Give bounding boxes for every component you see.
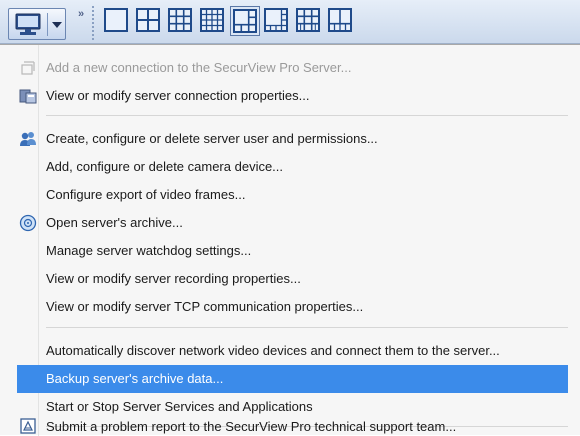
menu-item-label: Add, configure or delete camera device..… xyxy=(46,159,284,174)
menu-item-backup-archive[interactable]: Backup server's archive data... xyxy=(17,365,568,393)
menu-item-label: View or modify server TCP communication … xyxy=(46,299,364,314)
menu-item-label: Automatically discover network video dev… xyxy=(46,343,500,358)
users-icon xyxy=(19,130,37,148)
layout-2plus8-icon xyxy=(328,8,352,32)
menu-item-label: Backup server's archive data... xyxy=(46,371,224,386)
menu-item-label: Configure export of video frames... xyxy=(46,187,246,202)
toolbar-overflow-chevron[interactable]: » xyxy=(78,8,84,20)
layout-1plus7-icon xyxy=(264,8,288,32)
menu-item-recording-properties[interactable]: View or modify server recording properti… xyxy=(17,265,568,293)
menu-item-add-connection[interactable]: Add a new connection to the SecurView Pr… xyxy=(17,54,568,82)
menu-item-label: Open server's archive... xyxy=(46,215,183,230)
server-menu-button[interactable] xyxy=(8,8,66,40)
layout-1x1-icon xyxy=(104,8,128,32)
menu-item-label: View or modify server recording properti… xyxy=(46,271,301,286)
menu-item-user-permissions[interactable]: Create, configure or delete server user … xyxy=(17,125,568,153)
archive-icon xyxy=(19,214,37,232)
server-monitor-icon xyxy=(15,13,41,35)
menu-item-problem-report[interactable]: Submit a problem report to the SecurView… xyxy=(17,418,568,436)
layout-2x2-icon xyxy=(136,8,160,32)
toolbar: » xyxy=(0,0,580,44)
layout-4x4-button[interactable] xyxy=(198,6,228,36)
menu-item-export-frames[interactable]: Configure export of video frames... xyxy=(17,181,568,209)
layout-3x3-button[interactable] xyxy=(166,6,196,36)
layout-4x4-icon xyxy=(200,8,224,32)
chevron-down-icon[interactable] xyxy=(52,22,62,28)
menu-item-label: Start or Stop Server Services and Applic… xyxy=(46,399,313,414)
toolbar-grip[interactable] xyxy=(92,6,94,40)
menu-item-label: View or modify server connection propert… xyxy=(46,88,310,103)
layout-3x3-alt-button[interactable] xyxy=(294,6,324,36)
menu-item-label: Submit a problem report to the SecurView… xyxy=(46,419,457,434)
layout-2plus8-button[interactable] xyxy=(326,6,356,36)
menu-item-label: Add a new connection to the SecurView Pr… xyxy=(46,60,352,75)
layout-1plus5-button[interactable] xyxy=(230,6,260,36)
menu-item-start-stop-services[interactable]: Start or Stop Server Services and Applic… xyxy=(17,393,568,421)
menu-item-connection-properties[interactable]: View or modify server connection propert… xyxy=(17,82,568,110)
menu-item-open-archive[interactable]: Open server's archive... xyxy=(17,209,568,237)
button-divider xyxy=(47,13,48,36)
menu-item-discover-devices[interactable]: Automatically discover network video dev… xyxy=(17,337,568,365)
server-context-menu: Add a new connection to the SecurView Pr… xyxy=(0,44,580,436)
layout-3x3-icon xyxy=(168,8,192,32)
menu-item-watchdog[interactable]: Manage server watchdog settings... xyxy=(17,237,568,265)
menu-separator xyxy=(46,327,568,328)
new-connection-icon xyxy=(19,59,37,77)
layout-1plus5-icon xyxy=(233,9,257,33)
layout-3x3-alt-icon xyxy=(296,8,320,32)
report-icon xyxy=(19,417,37,435)
layout-1plus7-button[interactable] xyxy=(262,6,292,36)
menu-item-label: Create, configure or delete server user … xyxy=(46,131,378,146)
connection-properties-icon xyxy=(19,87,37,105)
menu-item-camera-device[interactable]: Add, configure or delete camera device..… xyxy=(17,153,568,181)
menu-item-label: Manage server watchdog settings... xyxy=(46,243,252,258)
layout-2x2-button[interactable] xyxy=(134,6,164,36)
menu-separator xyxy=(46,115,568,116)
menu-item-tcp-properties[interactable]: View or modify server TCP communication … xyxy=(17,293,568,321)
layout-1x1-button[interactable] xyxy=(102,6,132,36)
